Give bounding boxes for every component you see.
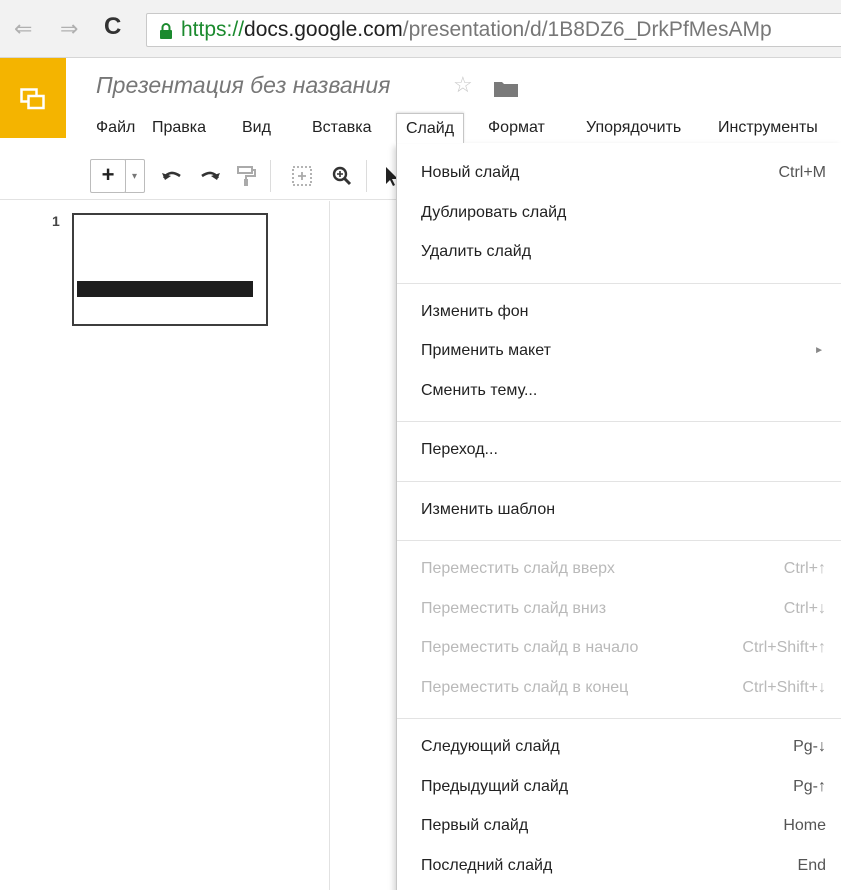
menu-item-label: Применить макет bbox=[421, 342, 551, 359]
new-slide-button[interactable]: + bbox=[90, 159, 126, 193]
menu-edit[interactable]: Правка bbox=[152, 113, 206, 143]
url-scheme: https:// bbox=[181, 18, 245, 41]
lock-icon bbox=[160, 23, 172, 39]
menu-item-shortcut: Ctrl+Shift+↑ bbox=[742, 639, 826, 656]
slide-menu-item[interactable]: Первый слайд Home bbox=[397, 808, 841, 844]
toolbar-separator bbox=[270, 160, 271, 192]
slide-menu-item[interactable]: Применить макет ► bbox=[397, 333, 841, 369]
back-arrow-icon[interactable]: ⇐ bbox=[14, 18, 32, 40]
menu-item-label: Первый слайд bbox=[421, 817, 529, 834]
menu-item-shortcut: End bbox=[797, 856, 826, 874]
menu-item-shortcut: Ctrl+Shift+↓ bbox=[742, 678, 826, 696]
new-slide-dropdown-button[interactable]: ▾ bbox=[125, 159, 145, 193]
menu-format[interactable]: Формат bbox=[488, 113, 545, 143]
slide-menu-item: Переместить слайд в начало Ctrl+Shift+↑ bbox=[397, 630, 841, 666]
slide-menu-item[interactable]: Последний слайд End bbox=[397, 848, 841, 884]
folder-icon[interactable] bbox=[494, 80, 518, 97]
star-icon[interactable]: ☆ bbox=[453, 74, 473, 96]
url-path: /presentation/d/1B8DZ6_DrkPfMesAMp bbox=[402, 18, 772, 41]
slide-menu-item[interactable]: Изменить шаблон bbox=[397, 492, 841, 528]
menu-item-label: Удалить слайд bbox=[421, 243, 532, 260]
slide-menu-item[interactable]: Изменить фон bbox=[397, 294, 841, 330]
document-title[interactable]: Презентация без названия bbox=[96, 72, 390, 99]
address-bar[interactable]: https://docs.google.com/presentation/d/1… bbox=[146, 13, 841, 47]
browser-toolbar: ⇐ ⇒ C https://docs.google.com/presentati… bbox=[0, 0, 841, 58]
menu-item-label: Предыдущий слайд bbox=[421, 777, 569, 795]
slide-thumbnail[interactable] bbox=[72, 213, 268, 326]
menu-separator bbox=[397, 282, 841, 284]
submenu-arrow-icon: ► bbox=[814, 345, 824, 356]
forward-arrow-icon[interactable]: ⇒ bbox=[60, 18, 78, 40]
menu-insert[interactable]: Вставка bbox=[312, 113, 371, 143]
slide-menu-item: Переместить слайд вверх Ctrl+↑ bbox=[397, 551, 841, 587]
zoom-icon[interactable] bbox=[330, 164, 354, 188]
undo-icon[interactable] bbox=[160, 164, 184, 188]
menu-item-shortcut: Pg-↓ bbox=[793, 738, 826, 755]
slide-menu-item[interactable]: Предыдущий слайд Pg-↑ bbox=[397, 769, 841, 805]
slides-logo[interactable] bbox=[0, 58, 66, 138]
menu-item-label: Изменить шаблон bbox=[421, 500, 556, 518]
menu-item-label: Новый слайд bbox=[421, 164, 520, 181]
toolbar-separator bbox=[366, 160, 367, 192]
menu-item-shortcut: Ctrl+M bbox=[778, 164, 826, 181]
menu-item-label: Переместить слайд в начало bbox=[421, 639, 639, 656]
fit-icon[interactable] bbox=[290, 164, 314, 188]
menu-item-shortcut: Ctrl+↓ bbox=[783, 599, 826, 617]
menu-item-label: Переместить слайд в конец bbox=[421, 678, 629, 696]
redo-icon[interactable] bbox=[198, 164, 222, 188]
menu-view[interactable]: Вид bbox=[242, 113, 271, 143]
menu-tools[interactable]: Инструменты bbox=[718, 113, 818, 143]
menu-arrange[interactable]: Упорядочить bbox=[586, 113, 681, 143]
menu-separator bbox=[397, 421, 841, 422]
slide-menu-item[interactable]: Новый слайд Ctrl+M bbox=[397, 155, 841, 191]
menu-item-label: Переход... bbox=[421, 441, 498, 458]
slide-menu-item[interactable]: Переход... bbox=[397, 432, 841, 468]
menu-slide[interactable]: Слайд bbox=[396, 113, 465, 143]
slides-logo-icon bbox=[20, 88, 45, 110]
menu-file[interactable]: Файл bbox=[96, 113, 135, 143]
paint-format-icon[interactable] bbox=[234, 164, 258, 188]
menu-item-label: Изменить фон bbox=[421, 302, 529, 320]
url-host: docs.google.com bbox=[244, 18, 403, 41]
menu-item-label: Переместить слайд вниз bbox=[421, 599, 607, 617]
menu-separator bbox=[397, 480, 841, 482]
slide-title-placeholder bbox=[77, 281, 253, 297]
slide-menu-item[interactable]: Удалить слайд bbox=[397, 234, 841, 270]
slide-number: 1 bbox=[52, 213, 60, 229]
slide-menu-item: Переместить слайд в конец Ctrl+Shift+↓ bbox=[397, 670, 841, 706]
reload-icon[interactable]: C bbox=[104, 15, 121, 39]
slide-menu-dropdown: Новый слайд Ctrl+M Дублировать слайд Удалит… bbox=[396, 143, 841, 890]
menu-item-label: Дублировать слайд bbox=[421, 203, 567, 221]
menu-item-shortcut: Home bbox=[783, 817, 826, 834]
slide-menu-item[interactable]: Сменить тему... bbox=[397, 373, 841, 409]
menu-item-shortcut: Pg-↑ bbox=[793, 777, 826, 795]
slide-menu-item: Переместить слайд вниз Ctrl+↓ bbox=[397, 591, 841, 627]
slide-menu-item[interactable]: Дублировать слайд bbox=[397, 195, 841, 231]
menu-separator bbox=[397, 540, 841, 541]
menu-separator bbox=[397, 718, 841, 719]
slide-filmstrip: 1 bbox=[0, 201, 330, 890]
menu-item-label: Сменить тему... bbox=[421, 381, 538, 399]
menu-item-shortcut: Ctrl+↑ bbox=[783, 560, 826, 577]
slide-menu-item[interactable]: Следующий слайд Pg-↓ bbox=[397, 729, 841, 765]
url-text: https://docs.google.com/presentation/d/1… bbox=[181, 18, 772, 42]
menu-item-label: Последний слайд bbox=[421, 856, 553, 874]
menu-item-label: Переместить слайд вверх bbox=[421, 560, 615, 577]
menu-item-label: Следующий слайд bbox=[421, 738, 560, 755]
